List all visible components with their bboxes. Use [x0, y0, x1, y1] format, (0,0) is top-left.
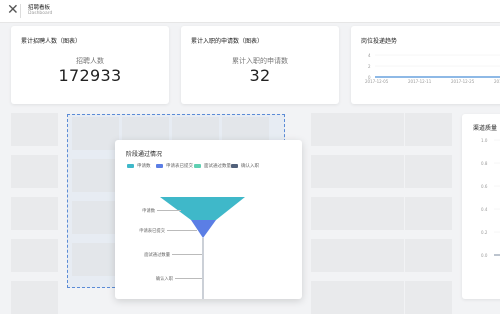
total-recruits-card[interactable]: 累计招聘人数（图表） 招聘人数 172933 [11, 26, 169, 104]
grid-cell [405, 197, 452, 230]
funnel-label: 申请表已提交 [139, 229, 165, 234]
x-tick: 2017-12-11 [408, 79, 432, 84]
close-icon[interactable]: ✕ [7, 3, 19, 17]
x-tick: 2017-12 [494, 79, 500, 84]
grid-cell [311, 155, 358, 188]
grid-cell [357, 113, 404, 146]
grid-cell [11, 155, 58, 188]
kpi-value: 32 [249, 66, 271, 85]
grid-cell [311, 113, 358, 146]
label-leader [157, 210, 181, 211]
x-tick: 2017-12-05 [365, 79, 389, 84]
trend-chart [375, 54, 500, 78]
x-tick: 2017-12-25 [451, 79, 475, 84]
grid-cell [11, 281, 58, 314]
grid-cell [311, 239, 358, 272]
funnel-segment-2 [191, 220, 216, 238]
grid-cell [311, 281, 358, 314]
funnel-label: 确认入职 [155, 277, 173, 282]
grid-cell [405, 113, 452, 146]
top-bar: ✕ 招聘看板 Dashboard [0, 0, 500, 23]
label-leader [175, 278, 202, 279]
grid-cell [405, 239, 452, 272]
grid-cell [11, 113, 58, 146]
card-title: 累计招聘人数（图表） [21, 38, 82, 45]
channel-quality-card[interactable]: 渠道质量 1.0 0.8 0.6 0.4 0.2 0.0 [462, 114, 500, 299]
header-divider [20, 4, 21, 18]
funnel-label: 申请数 [142, 209, 155, 214]
funnel-segment-1 [160, 197, 245, 220]
kpi-label: 招聘人数 [76, 57, 104, 65]
grid-cell [357, 239, 404, 272]
grid-cell [11, 239, 58, 272]
grid-cell [357, 281, 404, 314]
total-applications-card[interactable]: 累计入职的申请数（图表） 累计入职的申请数 32 [181, 26, 339, 104]
grid-cell [357, 155, 404, 188]
grid-cell [357, 197, 404, 230]
funnel-label: 面试通过数量 [144, 253, 170, 258]
page-title: 招聘看板 [28, 5, 51, 11]
grid-cell [72, 243, 119, 276]
kpi-label: 累计入职的申请数 [232, 57, 288, 65]
grid-cell [405, 281, 452, 314]
kpi-value: 172933 [58, 66, 122, 85]
label-leader [167, 230, 197, 231]
trend-card[interactable]: 岗位投递趋势 4 2 0 2017-12-05 2017-12-11 2017-… [351, 26, 500, 104]
page-subtitle: Dashboard [28, 11, 53, 16]
label-leader [172, 254, 202, 255]
grid-cell [72, 159, 119, 192]
grid-cell [72, 117, 119, 150]
grid-cell [405, 155, 452, 188]
grid-cell [311, 197, 358, 230]
grid-cell [11, 197, 58, 230]
funnel-card[interactable]: 阶段通过情况 申请数 申请表已提交 面试通过数量 确认入职 申请数 申请表已提交… [115, 140, 302, 299]
grid-cell [72, 201, 119, 234]
channel-chart [494, 139, 500, 256]
card-title: 累计入职的申请数（图表） [191, 38, 264, 45]
